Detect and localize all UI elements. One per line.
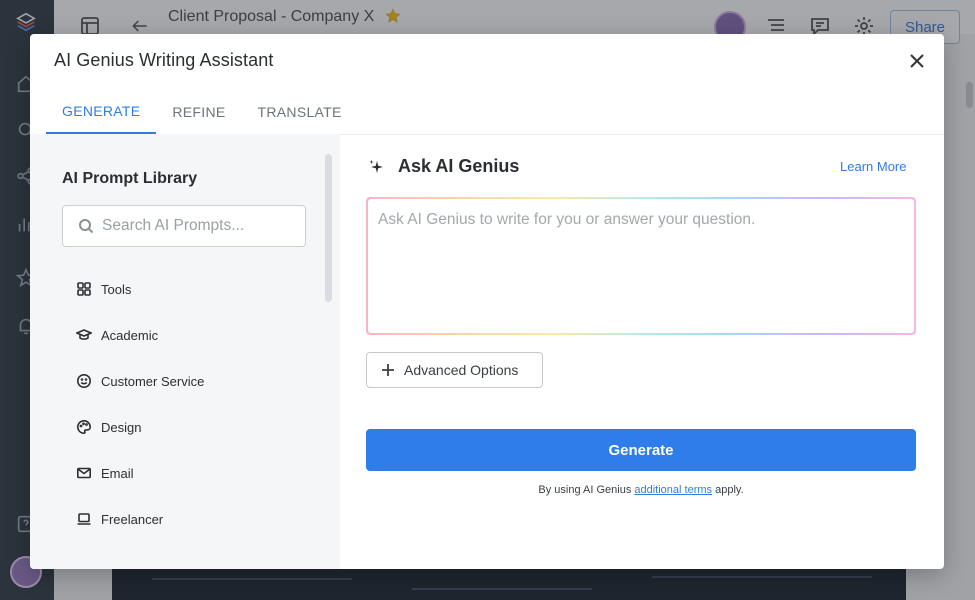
mail-icon <box>76 467 91 479</box>
terms-suffix: apply. <box>712 484 744 496</box>
grid-icon <box>77 282 91 296</box>
advanced-options-button[interactable]: Advanced Options <box>366 352 543 388</box>
tab-refine[interactable]: REFINE <box>156 90 241 134</box>
close-button[interactable] <box>906 50 928 72</box>
dialog-title: AI Genius Writing Assistant <box>54 50 274 70</box>
tab-translate[interactable]: TRANSLATE <box>242 90 358 134</box>
graduation-cap-icon <box>76 329 92 340</box>
category-label: Academic <box>101 327 159 343</box>
close-icon <box>910 54 924 68</box>
search-icon <box>79 219 94 234</box>
learn-more-link[interactable]: Learn More <box>840 159 906 174</box>
category-list: Tools Academic Customer Service Design E… <box>76 266 204 542</box>
palette-icon <box>77 419 92 435</box>
additional-terms-link[interactable]: additional terms <box>634 484 712 496</box>
category-academic[interactable]: Academic <box>76 312 204 358</box>
category-label: Freelancer <box>101 511 164 527</box>
category-design[interactable]: Design <box>76 404 204 450</box>
category-label: Email <box>101 465 134 481</box>
category-freelancer[interactable]: Freelancer <box>76 496 204 542</box>
tab-generate[interactable]: GENERATE <box>46 90 157 134</box>
category-tools[interactable]: Tools <box>76 266 204 312</box>
category-email[interactable]: Email <box>76 450 204 496</box>
smiley-icon <box>77 374 91 388</box>
prompt-search-box[interactable] <box>62 205 306 247</box>
terms-prefix: By using AI Genius <box>538 484 635 496</box>
sparkle-icon <box>368 158 386 176</box>
category-customer-service[interactable]: Customer Service <box>76 358 204 404</box>
advanced-options-label: Advanced Options <box>404 362 519 378</box>
category-label: Tools <box>101 281 132 297</box>
generate-button[interactable]: Generate <box>366 429 916 471</box>
ask-prompt-textarea[interactable] <box>368 199 914 333</box>
tab-bar: GENERATE REFINE TRANSLATE <box>46 90 358 134</box>
prompt-input-frame <box>366 197 916 335</box>
terms-notice: By using AI Genius additional terms appl… <box>366 484 916 496</box>
laptop-icon <box>77 513 91 525</box>
plus-icon <box>382 364 394 376</box>
search-prompts-input[interactable] <box>102 217 302 235</box>
prompt-library-panel: AI Prompt Library Tools Academic Custome… <box>30 134 340 569</box>
ai-writing-assistant-dialog: AI Genius Writing Assistant GENERATE REF… <box>30 34 944 569</box>
category-label: Customer Service <box>101 373 205 389</box>
prompt-library-title: AI Prompt Library <box>62 170 198 187</box>
ask-ai-genius-heading: Ask AI Genius <box>398 156 520 176</box>
category-label: Design <box>101 419 142 435</box>
library-scrollbar[interactable] <box>325 154 332 302</box>
